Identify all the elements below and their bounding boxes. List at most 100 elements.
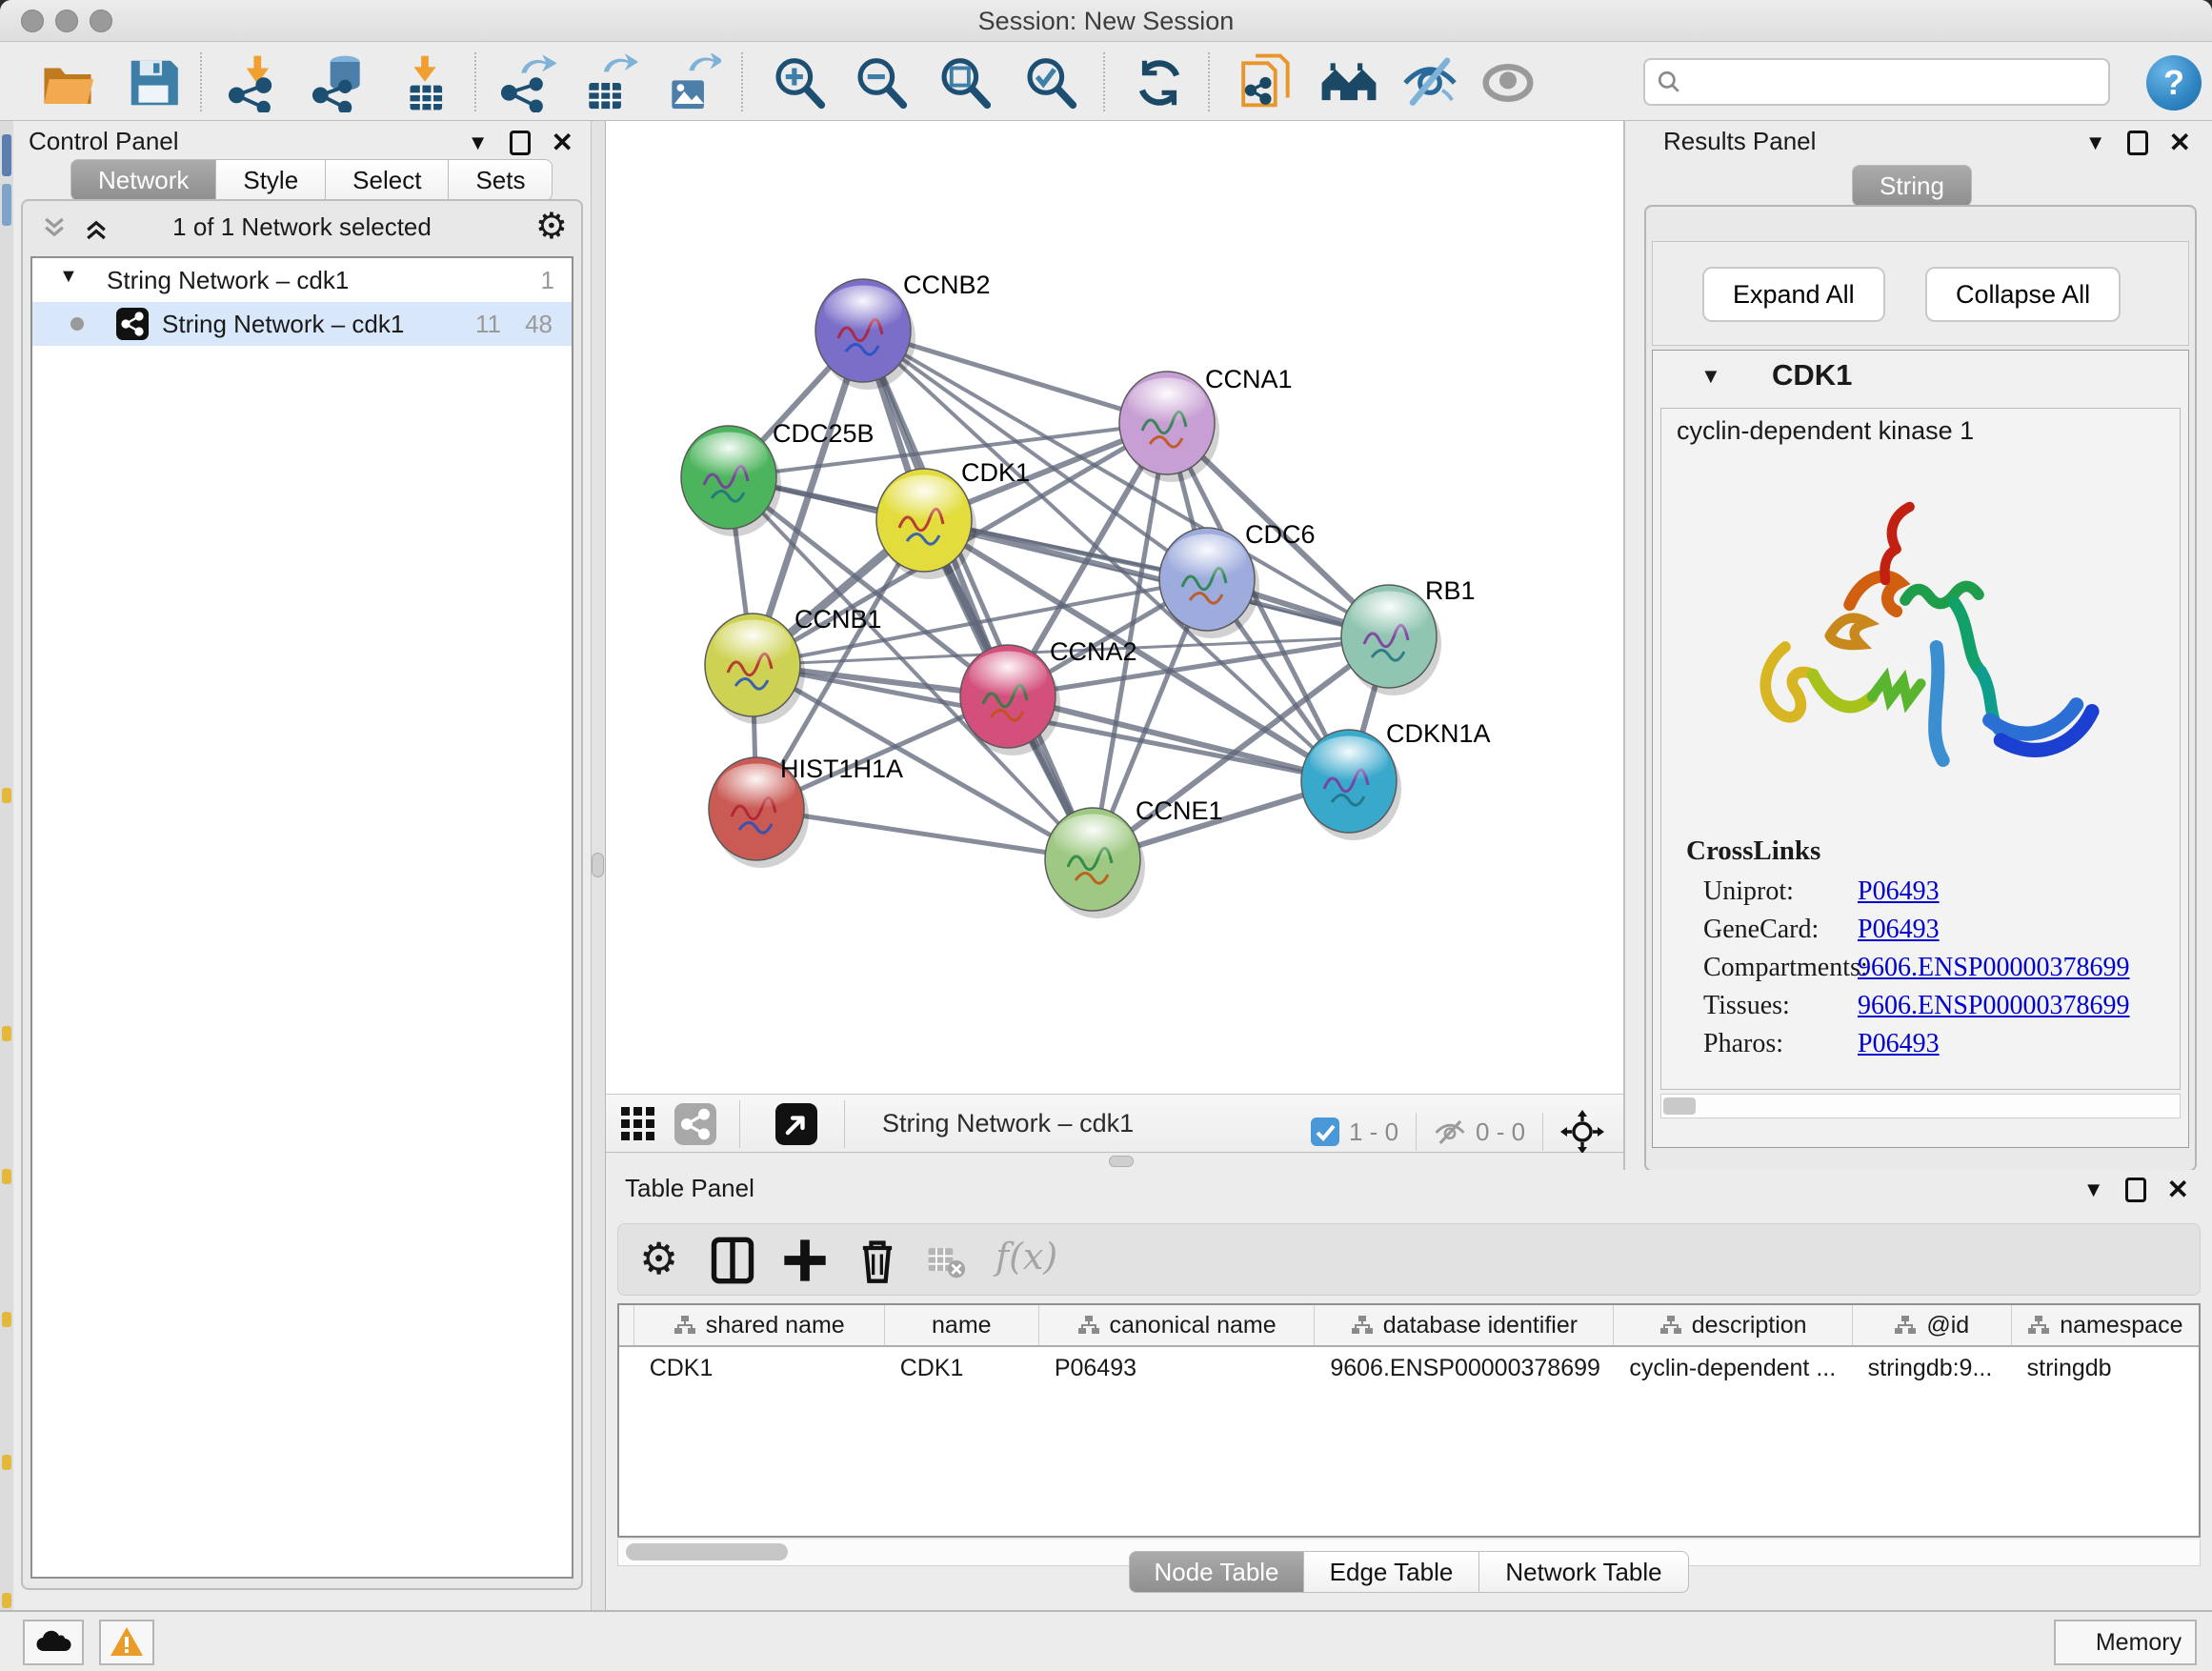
cell-namespace: stringdb — [2012, 1347, 2199, 1389]
tab-edge-table[interactable]: Edge Table — [1304, 1551, 1479, 1593]
selected-checkbox-icon[interactable] — [1311, 1117, 1339, 1146]
eye-disabled-icon[interactable] — [1478, 53, 1538, 112]
import-database-icon[interactable] — [311, 53, 370, 112]
import-table-icon[interactable] — [395, 53, 454, 112]
genecard-link[interactable]: P06493 — [1858, 915, 1940, 944]
uniprot-link[interactable]: P06493 — [1858, 876, 1940, 906]
gear-icon[interactable]: ⚙ — [535, 205, 568, 248]
panel-float-icon[interactable] — [2127, 131, 2148, 155]
collapse-all-button[interactable]: Collapse All — [1925, 267, 2121, 322]
panel-collapse-icon[interactable]: ▼ — [2083, 1178, 2104, 1202]
node-label-CCNB1: CCNB1 — [794, 605, 882, 634]
cell-database-identifier: 9606.ENSP00000378699 — [1315, 1347, 1614, 1389]
string-homes-icon[interactable] — [1319, 53, 1378, 112]
toolbar-separator — [1103, 52, 1105, 111]
hidden-eye-icon[interactable] — [1434, 1117, 1466, 1146]
cloud-button[interactable] — [23, 1620, 84, 1665]
tab-style[interactable]: Style — [216, 159, 326, 201]
link-label: GeneCard: — [1686, 915, 1858, 953]
tab-network[interactable]: Network — [70, 159, 216, 201]
protein-structure-image — [1719, 466, 2119, 828]
grid-view-icon[interactable] — [619, 1105, 657, 1143]
node-table[interactable]: shared name name canonical name database… — [617, 1303, 2201, 1538]
col-id[interactable]: @id — [1926, 1312, 1969, 1339]
zoom-fit-icon[interactable] — [935, 53, 995, 112]
node-label-CDC25B: CDC25B — [773, 419, 875, 448]
delete-table-icon[interactable] — [925, 1236, 967, 1285]
export-network-icon[interactable] — [499, 53, 558, 112]
tissues-link[interactable]: 9606.ENSP00000378699 — [1858, 991, 2129, 1020]
panel-close-icon[interactable]: ✕ — [2167, 1174, 2189, 1205]
entry-collapse-icon[interactable]: ▼ — [1700, 364, 1721, 389]
node-label-RB1: RB1 — [1425, 576, 1476, 605]
import-network-icon[interactable] — [227, 53, 286, 112]
show-columns-icon[interactable] — [708, 1236, 757, 1285]
tab-node-table[interactable]: Node Table — [1129, 1551, 1304, 1593]
zoom-selected-icon[interactable] — [1021, 53, 1080, 112]
network-node-CCNE1[interactable] — [1045, 808, 1145, 918]
panel-close-icon[interactable]: ✕ — [552, 127, 573, 158]
col-canonical-name[interactable]: canonical name — [1110, 1312, 1277, 1339]
collection-count: 1 — [541, 266, 554, 295]
pharos-link[interactable]: P06493 — [1858, 1029, 1940, 1058]
expand-all-button[interactable]: Expand All — [1702, 267, 1885, 322]
col-shared-name[interactable]: shared name — [706, 1312, 845, 1339]
results-hscrollbar[interactable] — [1660, 1094, 2181, 1118]
panel-float-icon[interactable] — [2125, 1178, 2146, 1202]
share-document-icon[interactable] — [1238, 53, 1297, 112]
tab-network-table[interactable]: Network Table — [1479, 1551, 1689, 1593]
splitter-handle[interactable] — [1109, 1156, 1134, 1167]
add-column-icon[interactable] — [780, 1236, 830, 1285]
col-namespace[interactable]: namespace — [2060, 1312, 2182, 1339]
network-row[interactable]: String Network – cdk1 11 48 — [32, 302, 572, 346]
table-row[interactable]: CDK1 CDK1 P06493 9606.ENSP00000378699 cy… — [619, 1347, 2199, 1389]
panel-float-icon[interactable] — [510, 131, 531, 155]
open-session-button[interactable] — [38, 53, 97, 112]
fit-content-icon[interactable] — [1560, 1110, 1604, 1154]
node-label-CCNE1: CCNE1 — [1136, 796, 1223, 825]
tab-select[interactable]: Select — [326, 159, 449, 201]
zoom-in-icon[interactable] — [770, 53, 829, 112]
zoom-out-icon[interactable] — [852, 53, 911, 112]
col-description[interactable]: description — [1692, 1312, 1807, 1339]
tab-string[interactable]: String — [1852, 165, 1972, 207]
network-node-CCNB2[interactable] — [815, 279, 915, 390]
node-label-CDC6: CDC6 — [1245, 520, 1316, 549]
string-view-icon[interactable] — [674, 1103, 716, 1145]
tab-sets[interactable]: Sets — [449, 159, 553, 201]
compartments-link[interactable]: 9606.ENSP00000378699 — [1858, 953, 2129, 982]
cell-canonical-name: P06493 — [1039, 1347, 1316, 1389]
toolbar-separator — [741, 52, 743, 111]
splitter-handle[interactable] — [592, 853, 604, 877]
panel-collapse-icon[interactable]: ▼ — [2085, 131, 2106, 155]
desktop-sliver — [0, 121, 13, 1610]
col-database-identifier[interactable]: database identifier — [1383, 1312, 1578, 1339]
save-session-button[interactable] — [124, 53, 183, 112]
network-node-CDC25B[interactable] — [681, 426, 781, 536]
table-settings-gear-icon[interactable]: ⚙ — [639, 1236, 689, 1285]
delete-column-icon[interactable] — [853, 1236, 902, 1285]
warning-button[interactable] — [99, 1620, 154, 1665]
export-table-icon[interactable] — [579, 53, 638, 112]
refresh-icon[interactable] — [1130, 53, 1189, 112]
crosslinks-section: CrossLinks Uniprot:P06493 GeneCard:P0649… — [1686, 836, 2129, 1067]
node-label-CDK1: CDK1 — [961, 458, 1030, 487]
gene-description: cyclin-dependent kinase 1 — [1677, 416, 1974, 446]
search-input[interactable] — [1643, 58, 2110, 106]
help-button[interactable]: ? — [2146, 55, 2202, 111]
panel-collapse-icon[interactable]: ▼ — [468, 131, 489, 155]
link-label: Uniprot: — [1686, 876, 1858, 915]
tree-expand-icon[interactable]: ▼ — [59, 266, 78, 288]
current-network-name: String Network – cdk1 — [882, 1109, 1134, 1138]
export-image-icon[interactable] — [662, 53, 721, 112]
birds-eye-view-icon[interactable] — [775, 1103, 817, 1145]
col-name[interactable]: name — [932, 1312, 992, 1339]
memory-button[interactable]: Memory — [2054, 1620, 2197, 1665]
network-canvas[interactable]: CCNB2CCNA1CDC25BCDK1CDC6RB1CCNB1CCNA2CDK… — [606, 121, 1623, 1094]
hide-eye-icon[interactable] — [1400, 53, 1459, 112]
panel-close-icon[interactable]: ✕ — [2169, 127, 2191, 158]
function-builder-icon[interactable]: f(x) — [995, 1236, 1081, 1285]
horizontal-splitter[interactable] — [606, 1153, 1623, 1170]
network-collection-row[interactable]: ▼ String Network – cdk1 1 — [32, 258, 572, 302]
network-node-CCNA2[interactable] — [960, 645, 1060, 755]
